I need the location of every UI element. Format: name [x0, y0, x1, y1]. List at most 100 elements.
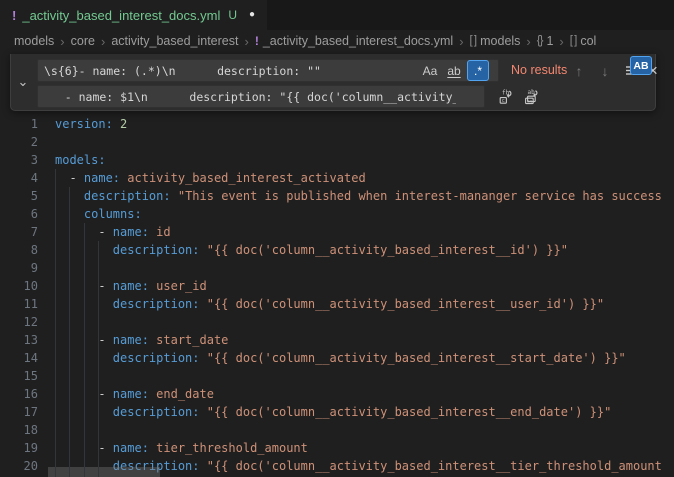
breadcrumb-separator-icon: › [244, 34, 248, 49]
indent-guide [84, 223, 85, 477]
code-line-13[interactable]: 13 - name: start_date [0, 331, 674, 349]
code-editor[interactable]: 1version: 223models:4 - name: activity_b… [0, 115, 674, 475]
code-line-9[interactable]: 9 [0, 259, 674, 277]
breadcrumb-item-models[interactable]: models [14, 34, 54, 48]
indent-guide [98, 241, 99, 477]
whole-word-button[interactable]: ab [443, 60, 465, 81]
line-number: 15 [0, 367, 38, 385]
find-replace-widget: ⌄ Aa ab .* No results ↑ ↓ × AB fb c ab a… [10, 54, 656, 111]
line-number: 18 [0, 421, 38, 439]
code-line-7[interactable]: 7 - name: id [0, 223, 674, 241]
line-number: 20 [0, 457, 38, 475]
code-line-18[interactable]: 18 [0, 421, 674, 439]
code-token: 2 [120, 117, 127, 131]
line-number: 5 [0, 187, 38, 205]
line-number: 17 [0, 403, 38, 421]
code-line-11[interactable]: 11 description: "{{ doc('column__activit… [0, 295, 674, 313]
line-number: 13 [0, 331, 38, 349]
code-line-14[interactable]: 14 description: "{{ doc('column__activit… [0, 349, 674, 367]
breadcrumb-label: models [14, 34, 54, 48]
whole-word-label: ab [447, 64, 460, 78]
code-token: "{{ doc('column__activity_based_interest… [207, 351, 626, 365]
code-token: columns: [84, 207, 142, 221]
breadcrumb-item-core[interactable]: core [71, 34, 95, 48]
preserve-case-button[interactable]: AB [630, 56, 652, 75]
line-number: 16 [0, 385, 38, 403]
line-number: 4 [0, 169, 38, 187]
replace-all-button[interactable]: ab ac [521, 87, 541, 107]
code-token: name: [113, 441, 149, 455]
line-number: 19 [0, 439, 38, 457]
breadcrumb-separator-icon: › [60, 34, 64, 49]
code-token: "This event is published when interest-m… [178, 189, 662, 203]
replace-button[interactable]: fb c [495, 87, 515, 107]
find-results-status: No results [511, 59, 567, 82]
code-line-10[interactable]: 10 - name: user_id [0, 277, 674, 295]
code-token: name: [113, 333, 149, 347]
code-token: "{{ doc('column__activity_based_interest… [207, 297, 604, 311]
code-token: name: [113, 225, 149, 239]
yaml-file-icon: ! [12, 8, 16, 23]
code-token: description: [113, 405, 200, 419]
breadcrumb-item-models[interactable]: [ ]models [470, 34, 521, 48]
code-token: models: [55, 153, 106, 167]
code-line-4[interactable]: 4 - name: activity_based_interest_activa… [0, 169, 674, 187]
line-number: 7 [0, 223, 38, 241]
code-token: id [156, 225, 170, 239]
code-token: description: [113, 351, 200, 365]
code-line-1[interactable]: 1 version: 2 [0, 115, 674, 133]
breadcrumb-item-col[interactable]: [ ]col [570, 34, 597, 48]
tab-activity-based-interest-docs[interactable]: ! _activity_based_interest_docs.yml U ● [0, 0, 267, 30]
code-line-3[interactable]: 3 models: [0, 151, 674, 169]
code-token: activity_based_interest_activated [127, 171, 365, 185]
code-token: name: [113, 387, 149, 401]
line-number: 8 [0, 241, 38, 259]
horizontal-scrollbar[interactable] [48, 467, 160, 477]
code-line-16[interactable]: 16 - name: end_date [0, 385, 674, 403]
code-token [200, 297, 207, 311]
line-number: 6 [0, 205, 38, 223]
replace-input[interactable] [37, 85, 485, 108]
code-token [200, 405, 207, 419]
code-line-12[interactable]: 12 [0, 313, 674, 331]
code-line-15[interactable]: 15 [0, 367, 674, 385]
git-untracked-badge: U [228, 8, 237, 22]
breadcrumb: models›core›activity_based_interest›!_ac… [0, 30, 674, 52]
code-token [200, 243, 207, 257]
replace-icon: fb c [497, 89, 513, 105]
regex-button[interactable]: .* [467, 60, 489, 81]
code-line-6[interactable]: 6 columns: [0, 205, 674, 223]
code-line-2[interactable]: 2 [0, 133, 674, 151]
line-number: 2 [0, 133, 38, 151]
code-token: start_date [156, 333, 228, 347]
code-token: end_date [156, 387, 214, 401]
dirty-indicator-icon[interactable]: ● [249, 0, 255, 30]
tab-bar: ! _activity_based_interest_docs.yml U ● [0, 0, 674, 30]
previous-match-button[interactable]: ↑ [569, 59, 589, 82]
toggle-replace-chevron-icon[interactable]: ⌄ [11, 54, 35, 110]
breadcrumb-item-1[interactable]: {}1 [537, 34, 554, 48]
svg-text:c: c [502, 98, 505, 104]
code-token: tier_threshold_amount [156, 441, 308, 455]
code-token: - [55, 171, 84, 185]
next-match-button[interactable]: ↓ [595, 59, 615, 82]
breadcrumb-item-activity-based-interest[interactable]: activity_based_interest [111, 34, 238, 48]
symbol-icon: {} [537, 35, 543, 47]
code-line-17[interactable]: 17 description: "{{ doc('column__activit… [0, 403, 674, 421]
code-token: name: [113, 279, 149, 293]
line-number: 3 [0, 151, 38, 169]
code-token: version: [55, 117, 113, 131]
code-token: description: [113, 243, 200, 257]
line-number: 9 [0, 259, 38, 277]
breadcrumb-label: core [71, 34, 95, 48]
breadcrumb-item--activity-based-interest-docs-yml[interactable]: !_activity_based_interest_docs.yml [255, 34, 453, 48]
line-number: 11 [0, 295, 38, 313]
match-case-button[interactable]: Aa [419, 60, 441, 81]
code-line-5[interactable]: 5 description: "This event is published … [0, 187, 674, 205]
breadcrumb-label: activity_based_interest [111, 34, 238, 48]
tab-filename: _activity_based_interest_docs.yml [22, 8, 220, 23]
code-line-19[interactable]: 19 - name: tier_threshold_amount [0, 439, 674, 457]
code-line-8[interactable]: 8 description: "{{ doc('column__activity… [0, 241, 674, 259]
code-token: "{{ doc('column__activity_based_interest… [207, 243, 568, 257]
line-number: 1 [0, 115, 38, 133]
